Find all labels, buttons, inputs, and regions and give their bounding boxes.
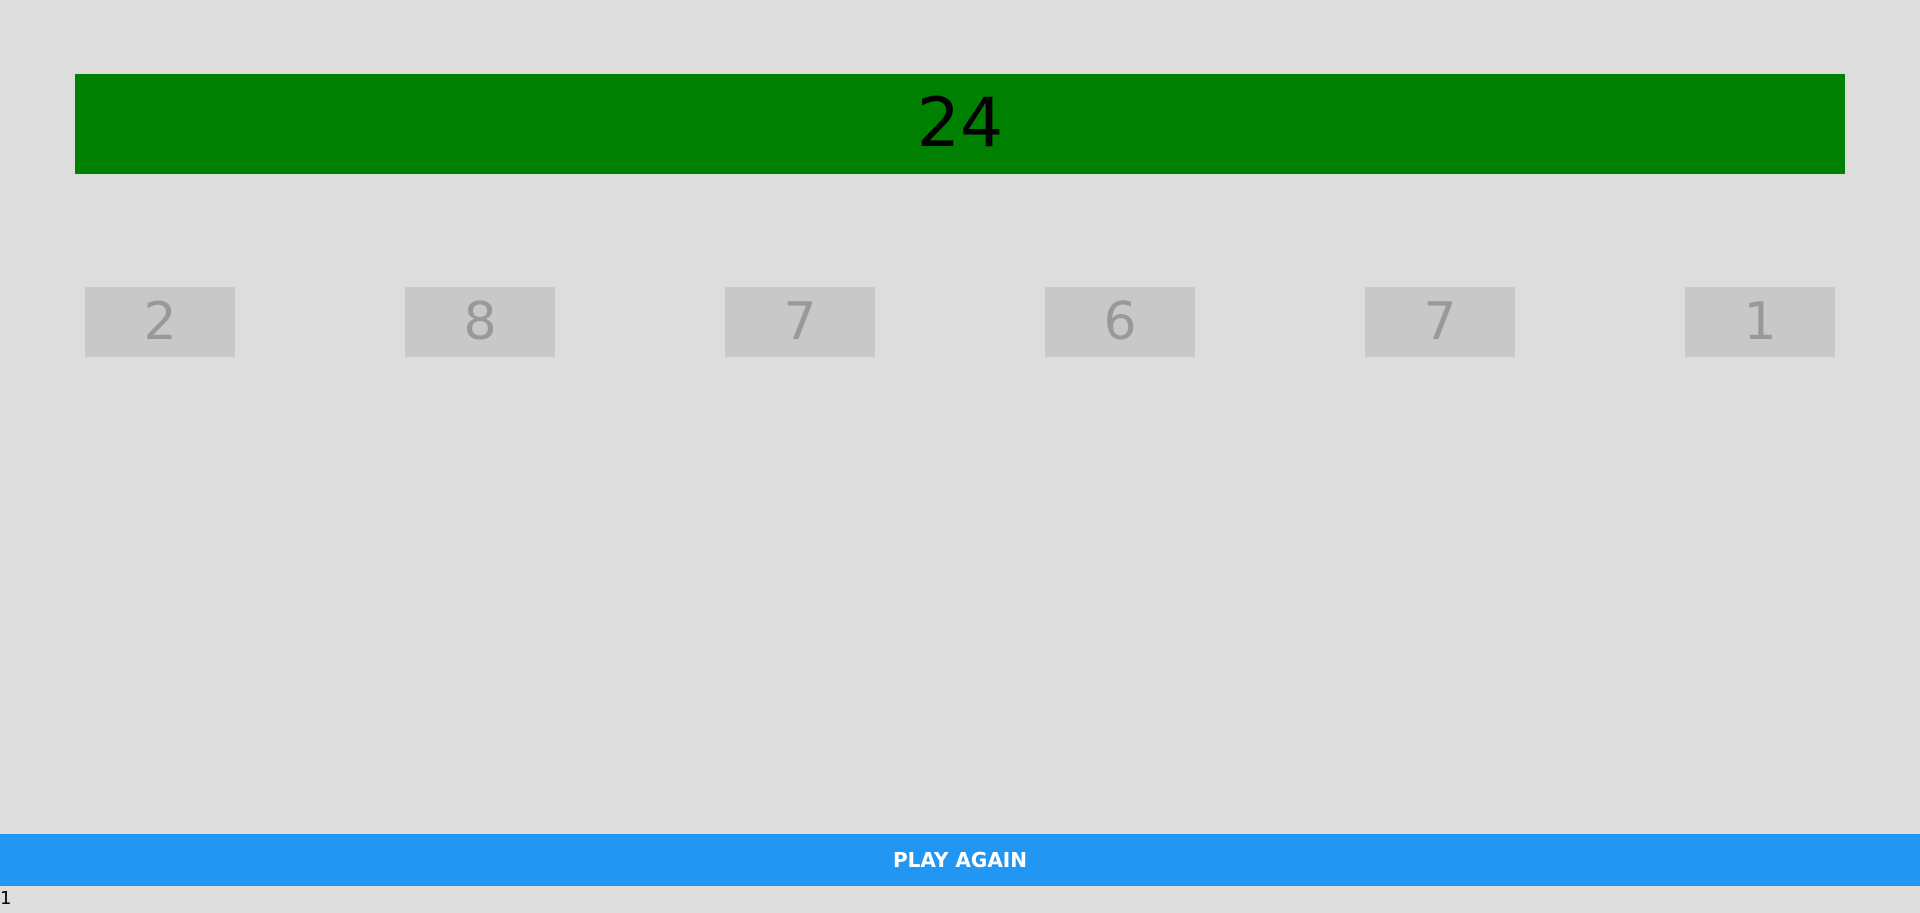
number-tile-3-value: 7 — [783, 292, 817, 352]
number-tile-5-value: 7 — [1423, 292, 1457, 352]
number-tile-2[interactable]: 8 — [405, 287, 555, 357]
number-tile-5[interactable]: 7 — [1365, 287, 1515, 357]
number-tile-1[interactable]: 2 — [85, 287, 235, 357]
number-tile-6-value: 1 — [1743, 292, 1777, 352]
number-tile-4-value: 6 — [1103, 292, 1137, 352]
number-tile-1-value: 2 — [143, 292, 177, 352]
target-number-text: 24 — [916, 84, 1004, 163]
play-again-button[interactable]: PLAY AGAIN — [0, 834, 1920, 886]
number-tile-4[interactable]: 6 — [1045, 287, 1195, 357]
number-tile-6[interactable]: 1 — [1685, 287, 1835, 357]
round-counter: 1 — [0, 888, 12, 909]
number-tile-3[interactable]: 7 — [725, 287, 875, 357]
target-number: 24 — [75, 74, 1845, 174]
number-tile-2-value: 8 — [463, 292, 497, 352]
